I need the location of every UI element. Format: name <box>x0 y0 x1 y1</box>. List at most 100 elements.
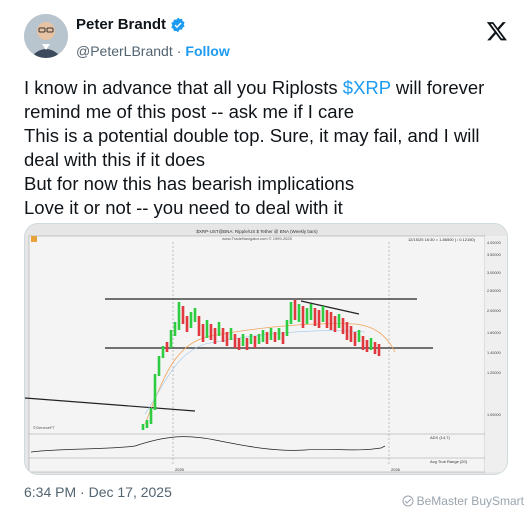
candle-down <box>213 328 217 344</box>
candle-up <box>337 314 341 328</box>
candle-up <box>145 420 149 428</box>
candle-up <box>177 302 181 330</box>
verified-badge-icon <box>171 17 185 32</box>
chart-watermark-label: ©GeneseFT <box>33 425 55 430</box>
candle-down <box>273 332 277 342</box>
candle-down <box>209 324 213 340</box>
candle-down <box>253 336 257 348</box>
candle-up <box>173 322 177 336</box>
y-tick-label: 3.50000 <box>487 253 501 257</box>
candle-up <box>269 328 273 340</box>
candle-down <box>353 332 357 346</box>
watermark-text: BeMaster BuySmart <box>416 494 524 508</box>
watermark-logo-icon <box>402 495 414 507</box>
chart-subtitle: www.TradeNavigator.com © 1999-2025 <box>222 236 292 241</box>
x-tick-2025: 2025 <box>175 467 185 472</box>
candle-up <box>157 356 161 376</box>
tweet-line-2: remind me of this post -- ask me if I ca… <box>24 101 355 122</box>
tweet-line-4: deal with this if it does <box>24 149 205 170</box>
candle-down <box>221 328 225 342</box>
watermark: BeMaster BuySmart <box>402 494 524 508</box>
y-tick-label: 1.20000 <box>487 371 501 375</box>
candle-down <box>237 338 241 350</box>
y-tick-label: 3.00000 <box>487 271 501 275</box>
candle-down <box>265 332 269 344</box>
candle-down <box>233 334 237 348</box>
candle-up <box>141 424 145 430</box>
candle-up <box>305 308 309 324</box>
candle-down <box>301 306 305 328</box>
candle-up <box>193 308 197 322</box>
separator-dot: · <box>176 43 182 59</box>
candle-up <box>321 306 325 322</box>
y-tick-label: 1.60000 <box>487 331 501 335</box>
handle-line: @PeterLBrandt · Follow <box>76 43 230 59</box>
tweet-line-3: This is a potential double top. Sure, it… <box>24 125 480 146</box>
candle-up <box>249 334 253 344</box>
candle-down <box>281 332 285 344</box>
author-name[interactable]: Peter Brandt <box>76 16 186 33</box>
author-avatar[interactable] <box>24 14 68 58</box>
tweet-timestamp[interactable]: 6:34 PM · Dec 17, 2025 <box>24 484 172 500</box>
candle-down <box>181 306 185 324</box>
tweet-text: I know in advance that all you Riplosts … <box>24 76 524 220</box>
y-tick-label: 1.00000 <box>487 413 501 417</box>
candle-up <box>357 330 361 342</box>
candle-down <box>365 340 369 352</box>
tweet-line-6: Love it or not -- you need to deal with … <box>24 197 343 218</box>
adx-label: ADX (14,7) <box>430 435 450 440</box>
candle-down <box>325 310 329 328</box>
candle-up <box>261 330 265 342</box>
atr-label: Avg True Range (20) <box>430 459 468 464</box>
xrp-weekly-chart: $XRP-UST@BNA: Ripple/US $ Tether @ BNA (… <box>25 224 507 474</box>
candle-down <box>377 344 381 356</box>
y-tick-label: 2.50000 <box>487 289 501 293</box>
x-tick-2026: 2026 <box>391 467 401 472</box>
candle-up <box>229 328 233 340</box>
x-logo-icon[interactable] <box>486 20 508 42</box>
candle-down <box>165 342 169 352</box>
candle-down <box>317 310 321 328</box>
candle-down <box>373 342 377 354</box>
chart-title: $XRP-UST@BNA: Ripple/US $ Tether @ BNA (… <box>196 229 318 234</box>
candle-down <box>245 338 249 350</box>
author-name-text[interactable]: Peter Brandt <box>76 16 166 33</box>
chart-date-readout: 12/15/25 16:30 = 1.86500 (↓ 0.12150) <box>408 237 476 242</box>
candle-up <box>289 302 293 324</box>
candle-up <box>169 330 173 348</box>
candle-down <box>345 322 349 340</box>
y-tick-label: 1.40000 <box>487 351 501 355</box>
candle-down <box>341 318 345 334</box>
y-tick-label: 4.00000 <box>487 241 501 245</box>
follow-button[interactable]: Follow <box>185 43 229 59</box>
candle-up <box>217 322 221 336</box>
tweet-line-5: But for now this has bearish implication… <box>24 173 355 194</box>
candle-down <box>361 336 365 350</box>
candle-up <box>297 304 301 322</box>
candle-down <box>201 324 205 342</box>
candle-down <box>313 308 317 326</box>
candle-up <box>149 408 153 424</box>
candle-up <box>369 338 373 350</box>
cashtag-xrp-link[interactable]: $XRP <box>343 77 391 98</box>
candle-up <box>161 346 165 358</box>
candle-down <box>225 332 229 346</box>
y-tick-label: 2.00000 <box>487 309 501 313</box>
candle-down <box>185 316 189 332</box>
author-handle[interactable]: @PeterLBrandt <box>76 43 173 59</box>
candle-down <box>333 316 337 332</box>
candle-up <box>205 320 209 338</box>
candle-up <box>277 328 281 340</box>
chart-image[interactable]: $XRP-UST@BNA: Ripple/US $ Tether @ BNA (… <box>24 223 508 475</box>
candle-down <box>349 326 353 342</box>
candle-up <box>285 320 289 336</box>
candle-down <box>293 300 297 320</box>
candle-up <box>153 374 157 410</box>
candle-down <box>329 312 333 330</box>
candle-up <box>189 312 193 328</box>
chart-tag-icon <box>31 236 37 242</box>
candle-up <box>309 304 313 320</box>
candle-up <box>257 334 261 344</box>
candle-up <box>241 334 245 346</box>
candle-down <box>197 316 201 336</box>
